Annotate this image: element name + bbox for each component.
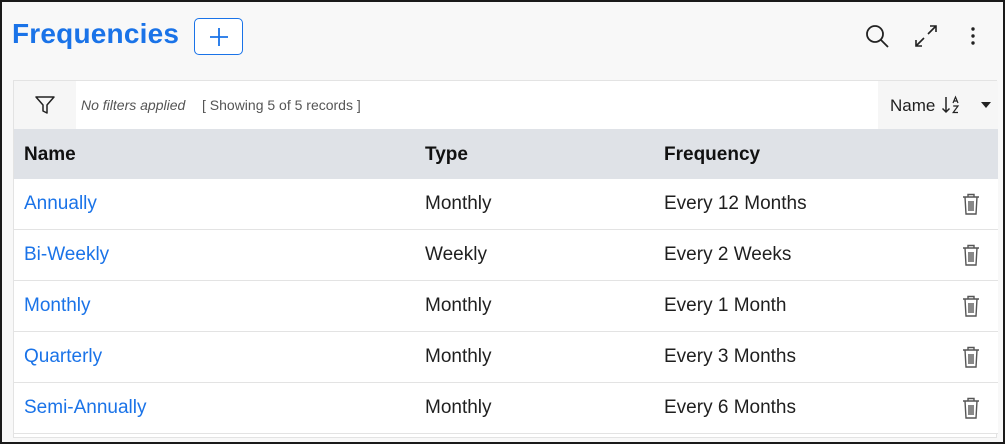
row-type: Monthly <box>425 295 492 316</box>
table-row: Semi-Annually Monthly Every 6 Months <box>14 383 998 434</box>
row-frequency: Every 2 Weeks <box>664 244 792 265</box>
search-button[interactable] <box>863 22 891 50</box>
table-row: Bi-Weekly Weekly Every 2 Weeks <box>14 230 998 281</box>
row-frequency: Every 3 Months <box>664 346 796 367</box>
row-type: Monthly <box>425 397 492 418</box>
row-frequency: Every 12 Months <box>664 193 807 214</box>
page-title: Frequencies <box>12 18 180 49</box>
row-frequency: Every 1 Month <box>664 295 787 316</box>
trash-icon[interactable] <box>961 243 981 267</box>
column-header-name[interactable]: Name <box>24 144 76 166</box>
row-name-link[interactable]: Semi-Annually <box>24 397 147 419</box>
trash-icon[interactable] <box>961 396 981 420</box>
table-row: Quarterly Monthly Every 3 Months <box>14 332 998 383</box>
sort-ascending-icon <box>941 95 960 114</box>
search-icon <box>866 25 889 48</box>
row-name-link[interactable]: Monthly <box>24 295 91 317</box>
table-header: Name Type Frequency <box>14 129 998 179</box>
trash-icon[interactable] <box>961 192 981 216</box>
filter-status: No filters applied <box>81 97 186 113</box>
row-name-link[interactable]: Annually <box>24 193 97 215</box>
expand-button[interactable] <box>912 22 940 50</box>
trash-icon[interactable] <box>961 345 981 369</box>
sort-label: Name <box>890 96 936 115</box>
row-type: Weekly <box>425 244 487 265</box>
row-name-link[interactable]: Quarterly <box>24 346 102 368</box>
sort-select[interactable]: Name <box>878 81 998 129</box>
row-name-link[interactable]: Bi-Weekly <box>24 244 109 266</box>
more-options-button[interactable] <box>959 22 987 50</box>
add-frequency-button[interactable] <box>194 18 243 55</box>
filter-icon <box>35 96 55 114</box>
trash-icon[interactable] <box>961 294 981 318</box>
more-vertical-icon <box>971 27 975 45</box>
row-type: Monthly <box>425 346 492 367</box>
records-count: [ Showing 5 of 5 records ] <box>202 97 361 113</box>
row-frequency: Every 6 Months <box>664 397 796 418</box>
table-row: Annually Monthly Every 12 Months <box>14 179 998 230</box>
caret-down-icon <box>981 102 991 108</box>
expand-icon <box>915 25 937 47</box>
table-row: Monthly Monthly Every 1 Month <box>14 281 998 332</box>
frequencies-table-card: No filters applied [ Showing 5 of 5 reco… <box>13 80 998 438</box>
filter-button[interactable] <box>14 81 76 129</box>
filter-bar: No filters applied [ Showing 5 of 5 reco… <box>14 81 998 129</box>
column-header-type[interactable]: Type <box>425 144 468 166</box>
plus-icon <box>209 27 228 46</box>
frequencies-panel: Frequencies No filters applied [Showing… <box>0 0 1005 444</box>
row-type: Monthly <box>425 193 492 214</box>
column-header-frequency[interactable]: Frequency <box>664 144 760 166</box>
